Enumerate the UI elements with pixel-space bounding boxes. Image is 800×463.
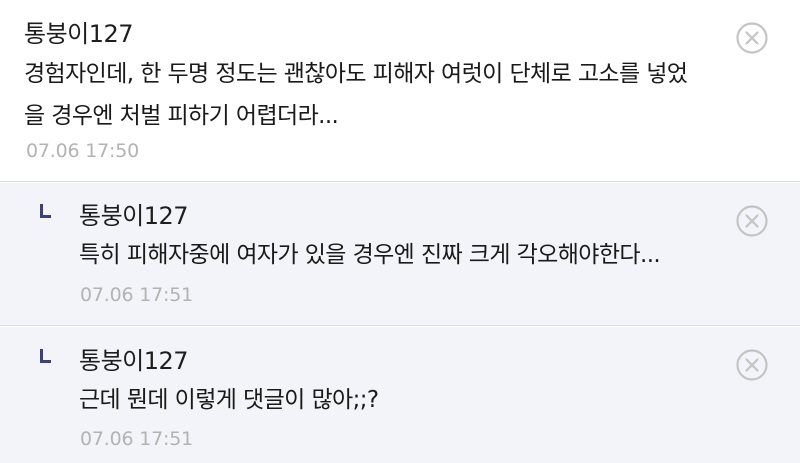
delete-comment-button[interactable] bbox=[735, 348, 769, 382]
comment-text-line: 특히 피해자중에 여자가 있을 경우엔 진짜 크게 각오해야한다... bbox=[79, 242, 661, 268]
comment-timestamp: 07.06 17:51 bbox=[80, 428, 193, 450]
comment-text-line: 경험자인데, 한 두명 정도는 괜찮아도 피해자 여럿이 단체로 고소를 넣었 bbox=[24, 61, 688, 87]
reply-comment-item: 통붕이127 특히 피해자중에 여자가 있을 경우엔 진짜 크게 각오해야한다.… bbox=[0, 183, 800, 326]
comment-author[interactable]: 통붕이127 bbox=[24, 14, 134, 49]
close-circle-icon bbox=[736, 22, 768, 54]
comment-timestamp: 07.06 17:51 bbox=[80, 284, 193, 306]
reply-corner-icon bbox=[40, 204, 51, 218]
close-circle-icon bbox=[736, 349, 768, 381]
comment-text-line: 을 경우엔 처벌 피하기 어렵더라... bbox=[24, 103, 339, 129]
comment-timestamp: 07.06 17:50 bbox=[26, 140, 139, 162]
delete-comment-button[interactable] bbox=[735, 21, 769, 55]
reply-corner-icon bbox=[40, 349, 51, 363]
comment-author[interactable]: 통붕이127 bbox=[79, 196, 189, 231]
delete-comment-button[interactable] bbox=[735, 204, 769, 238]
reply-comment-item: 통붕이127 근데 뭔데 이렇게 댓글이 많아;;? 07.06 17:51 bbox=[0, 327, 800, 463]
comment-item: 통붕이127 경험자인데, 한 두명 정도는 괜찮아도 피해자 여럿이 단체로 … bbox=[0, 0, 800, 182]
close-circle-icon bbox=[736, 205, 768, 237]
comment-text-line: 근데 뭔데 이렇게 댓글이 많아;;? bbox=[79, 387, 379, 413]
comment-author[interactable]: 통붕이127 bbox=[79, 341, 189, 376]
